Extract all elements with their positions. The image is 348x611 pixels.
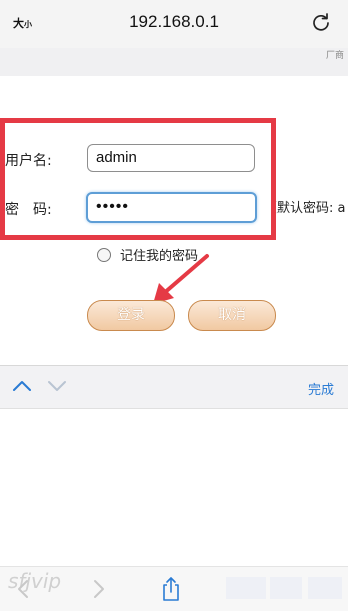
back-icon[interactable]	[16, 579, 30, 599]
share-icon[interactable]	[160, 576, 182, 602]
blurred-area	[226, 577, 266, 599]
url-field[interactable]: 192.168.0.1	[0, 12, 348, 32]
blurred-area	[270, 577, 302, 599]
login-button[interactable]: 登录	[87, 300, 175, 331]
browser-address-bar: 大小 192.168.0.1	[0, 0, 348, 48]
done-button[interactable]: 完成	[308, 379, 334, 398]
reload-icon[interactable]	[311, 12, 331, 32]
highlight-annotation-box	[0, 118, 276, 240]
default-password-hint: （默认密码: a	[264, 201, 346, 216]
cancel-button[interactable]: 取消	[188, 300, 276, 331]
browser-bottom-bar: sfjvip	[0, 566, 348, 611]
blurred-area	[308, 577, 342, 599]
keyboard-toolbar: 完成	[0, 365, 348, 409]
remember-checkbox[interactable]	[97, 247, 111, 262]
page-header-band: 厂商	[0, 48, 348, 76]
chevron-down-icon[interactable]	[47, 378, 67, 392]
forward-icon[interactable]	[92, 579, 106, 599]
chevron-up-icon[interactable]	[12, 378, 32, 392]
header-edge-text: 厂商	[325, 51, 344, 61]
